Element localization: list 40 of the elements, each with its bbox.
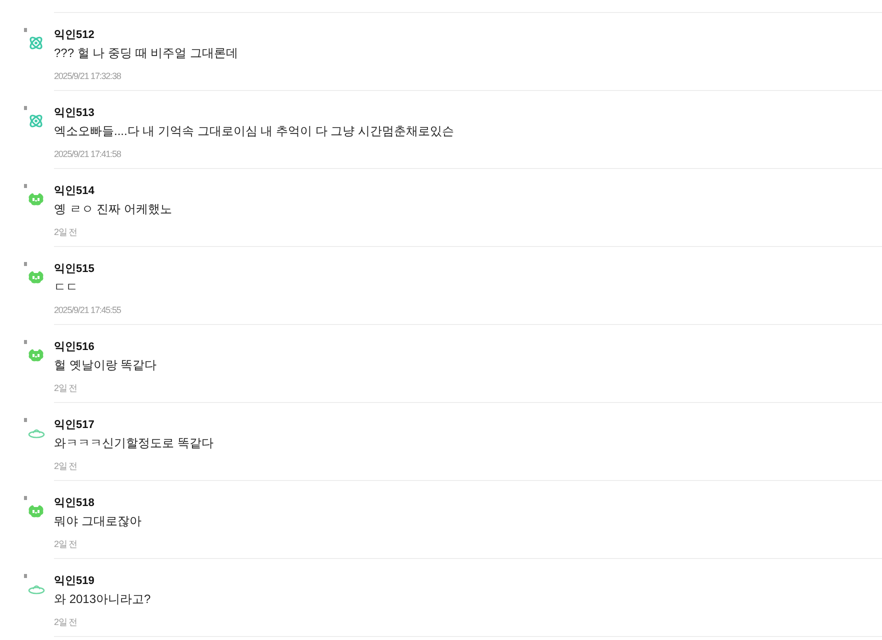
creature-icon [28, 192, 44, 206]
atom-icon [28, 35, 44, 51]
marker-icon [24, 106, 27, 110]
username: 익인512 [54, 28, 94, 42]
username: 익인515 [54, 262, 94, 276]
creature-icon [28, 348, 44, 362]
comment-text: ㄷㄷ [54, 279, 78, 295]
comment-time: 2025/9/21 17:45:55 [54, 304, 121, 316]
marker-icon [24, 574, 27, 578]
username: 익인514 [54, 184, 94, 198]
marker-icon [24, 28, 27, 32]
comment-text: ??? 헐 나 중딩 때 비주얼 그대론데 [54, 45, 238, 61]
comment-time: 2025/9/21 17:32:38 [54, 70, 121, 82]
username: 익인518 [54, 496, 94, 510]
comment-text: 옝 ㄹㅇ 진짜 어케했노 [54, 201, 172, 217]
comment-text: 헐 옛날이랑 똑같다 [54, 357, 157, 373]
marker-icon [24, 340, 27, 344]
marker-icon [24, 262, 27, 266]
username: 익인513 [54, 106, 94, 120]
comment-text: 와ㅋㅋㅋ신기할정도로 똑같다 [54, 435, 214, 451]
atom-icon [28, 113, 44, 129]
creature-icon [28, 504, 44, 518]
comment-text: 와 2013아니라고? [54, 591, 151, 607]
creature-icon [28, 270, 44, 284]
comment-time: 2일 전 [54, 538, 78, 550]
marker-icon [24, 496, 27, 500]
username: 익인519 [54, 574, 94, 588]
marker-icon [24, 418, 27, 422]
username: 익인517 [54, 418, 94, 432]
marker-icon [24, 184, 27, 188]
comment-time: 2일 전 [54, 460, 78, 472]
ufo-icon [28, 427, 44, 439]
comment-time: 2025/9/21 17:41:58 [54, 148, 121, 160]
comment-time: 2일 전 [54, 382, 78, 394]
username: 익인516 [54, 340, 94, 354]
comment-time: 2일 전 [54, 616, 78, 628]
ufo-icon [28, 583, 44, 595]
comment-text: 엑소오빠들....다 내 기억속 그대로이심 내 추억이 다 그냥 시간멈춘채로있슨 [54, 123, 454, 139]
comment-text: 뭐야 그대로잖아 [54, 513, 142, 529]
comment-time: 2일 전 [54, 226, 78, 238]
